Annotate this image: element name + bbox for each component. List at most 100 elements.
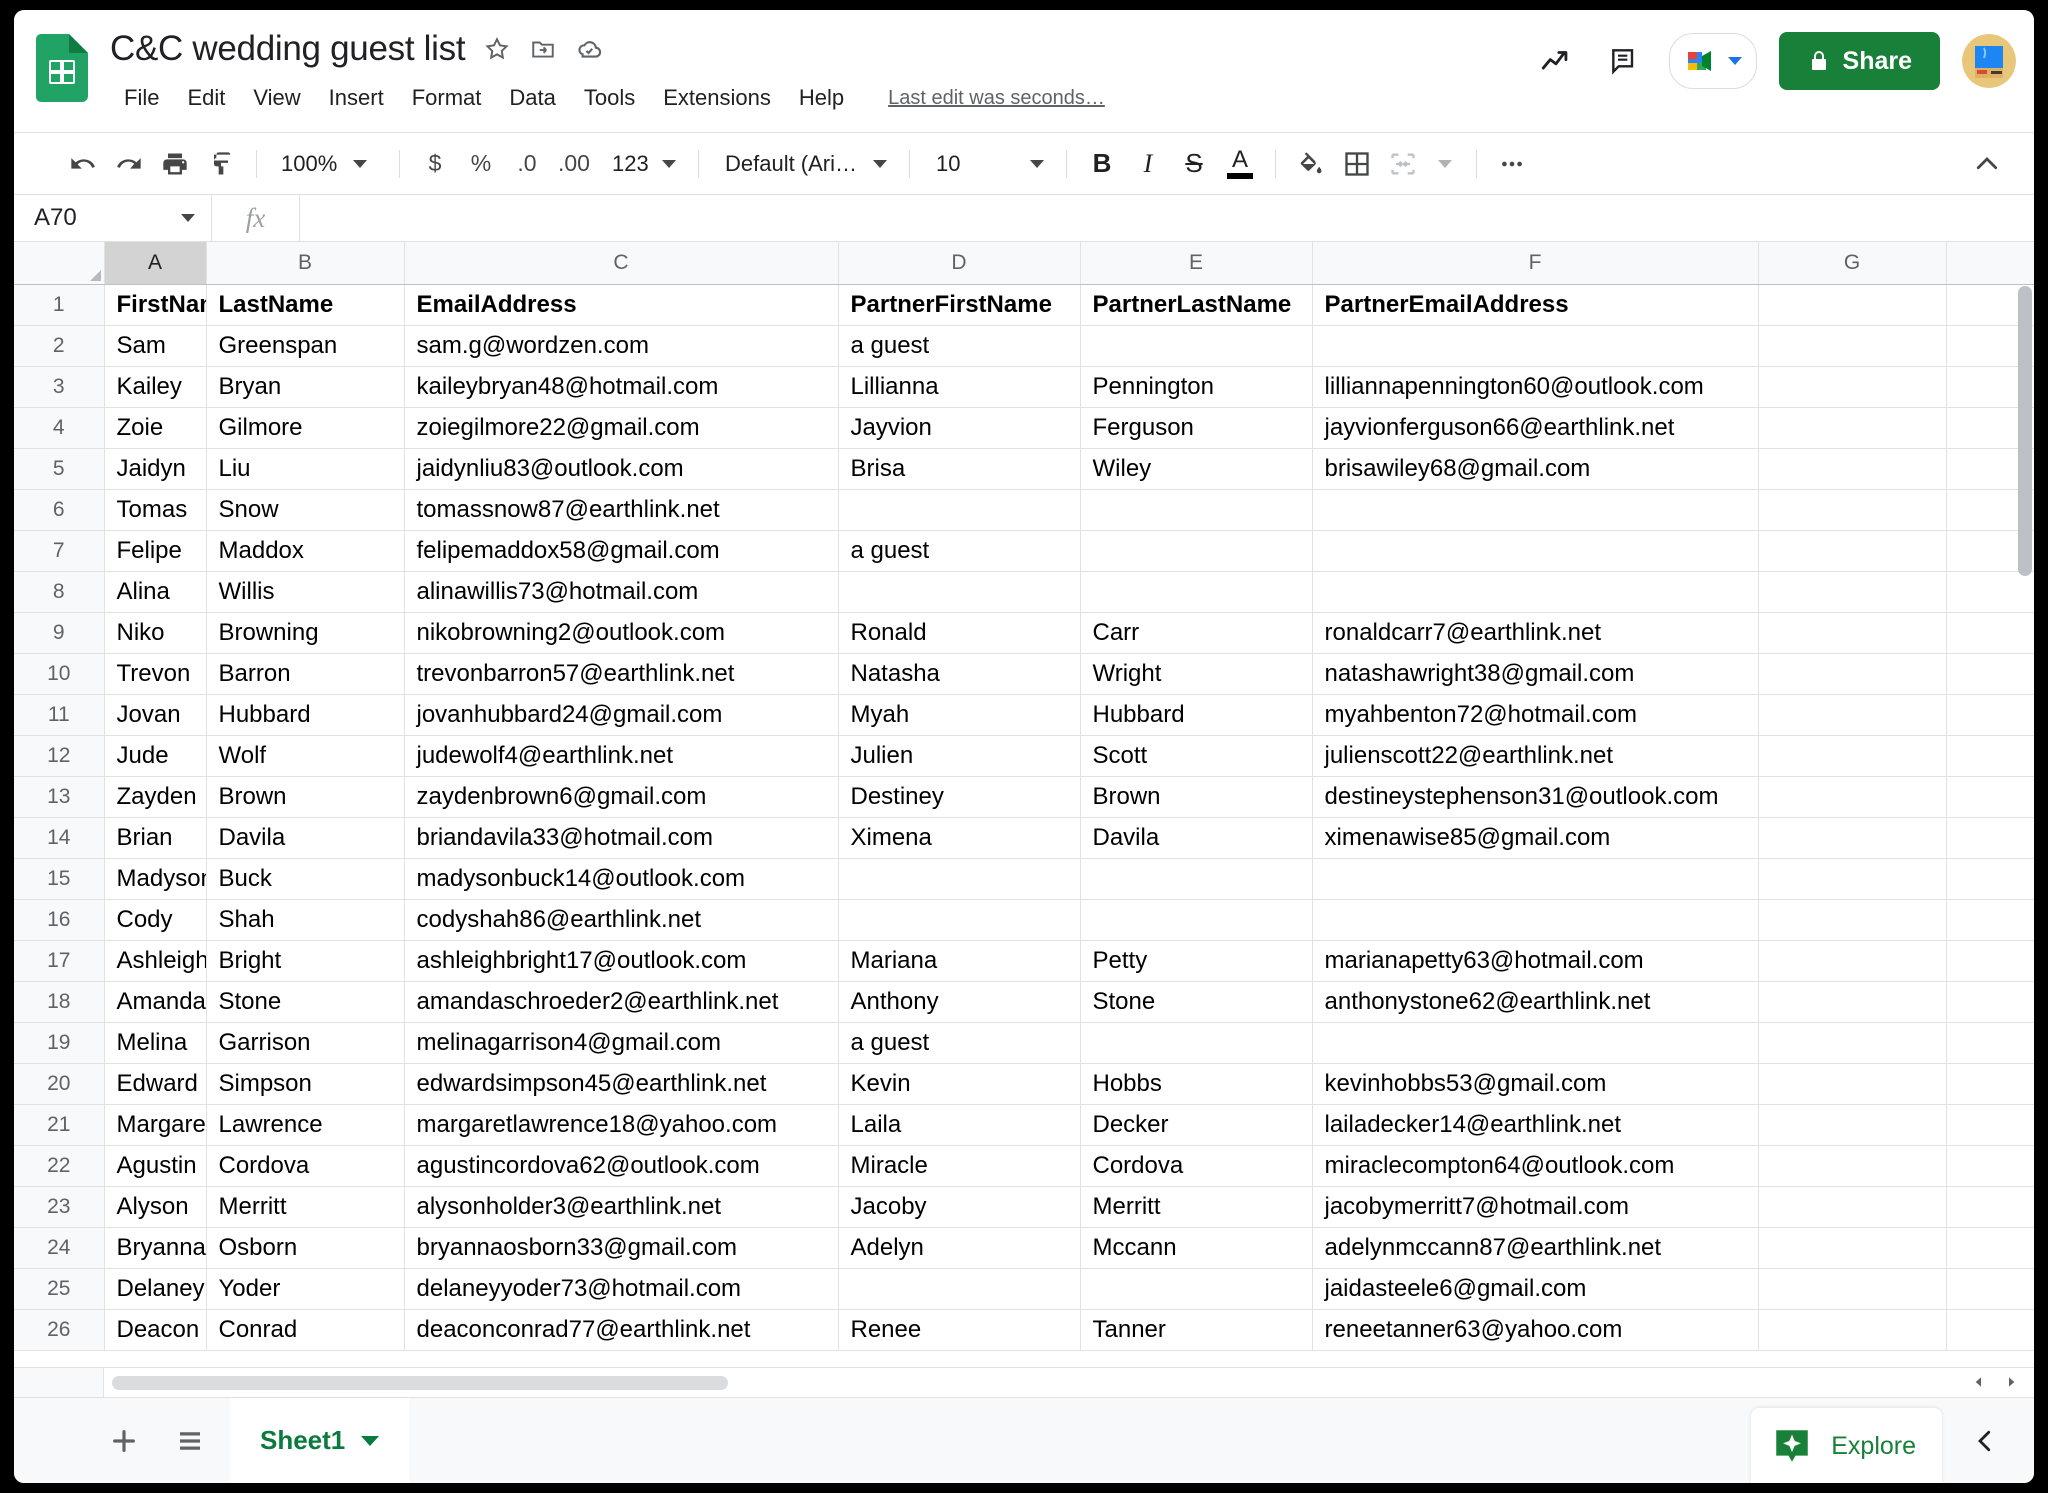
cell-F14[interactable]: ximenawise85@gmail.com (1312, 817, 1758, 858)
cell-partial-20[interactable] (1946, 1063, 2034, 1104)
cell-D5[interactable]: Brisa (838, 448, 1080, 489)
cell-F19[interactable] (1312, 1022, 1758, 1063)
cell-F1[interactable]: PartnerEmailAddress (1312, 284, 1758, 325)
cell-F7[interactable] (1312, 530, 1758, 571)
borders-icon[interactable] (1334, 141, 1380, 187)
cell-D23[interactable]: Jacoby (838, 1186, 1080, 1227)
cell-A25[interactable]: Delaney (104, 1268, 206, 1309)
cell-D21[interactable]: Laila (838, 1104, 1080, 1145)
cell-partial-16[interactable] (1946, 899, 2034, 940)
cell-C13[interactable]: zaydenbrown6@gmail.com (404, 776, 838, 817)
cell-A4[interactable]: Zoie (104, 407, 206, 448)
cell-F20[interactable]: kevinhobbs53@gmail.com (1312, 1063, 1758, 1104)
cell-B22[interactable]: Cordova (206, 1145, 404, 1186)
cell-A24[interactable]: Bryanna (104, 1227, 206, 1268)
cell-G21[interactable] (1758, 1104, 1946, 1145)
cell-partial-13[interactable] (1946, 776, 2034, 817)
cell-partial-17[interactable] (1946, 940, 2034, 981)
more-options-icon[interactable] (1489, 141, 1535, 187)
cell-G20[interactable] (1758, 1063, 1946, 1104)
row-header-7[interactable]: 7 (14, 530, 104, 571)
cell-partial-26[interactable] (1946, 1309, 2034, 1350)
cell-E25[interactable] (1080, 1268, 1312, 1309)
cell-B3[interactable]: Bryan (206, 366, 404, 407)
cell-D2[interactable]: a guest (838, 325, 1080, 366)
cell-D22[interactable]: Miracle (838, 1145, 1080, 1186)
menu-file[interactable]: File (110, 81, 173, 115)
cell-D26[interactable]: Renee (838, 1309, 1080, 1350)
cell-B10[interactable]: Barron (206, 653, 404, 694)
cell-C19[interactable]: melinagarrison4@gmail.com (404, 1022, 838, 1063)
all-sheets-icon[interactable] (164, 1415, 216, 1467)
cell-G7[interactable] (1758, 530, 1946, 571)
cell-A12[interactable]: Jude (104, 735, 206, 776)
cell-C21[interactable]: margaretlawrence18@yahoo.com (404, 1104, 838, 1145)
menu-view[interactable]: View (239, 81, 314, 115)
cell-F10[interactable]: natashawright38@gmail.com (1312, 653, 1758, 694)
cell-D8[interactable] (838, 571, 1080, 612)
cell-B5[interactable]: Liu (206, 448, 404, 489)
add-sheet-icon[interactable] (98, 1415, 150, 1467)
cell-partial-18[interactable] (1946, 981, 2034, 1022)
cell-D7[interactable]: a guest (838, 530, 1080, 571)
column-header-g[interactable]: G (1758, 242, 1946, 284)
row-header-10[interactable]: 10 (14, 653, 104, 694)
cell-E16[interactable] (1080, 899, 1312, 940)
sheet-tab-sheet1[interactable]: Sheet1 (230, 1398, 409, 1484)
cell-A11[interactable]: Jovan (104, 694, 206, 735)
cell-F3[interactable]: lilliannapennington60@outlook.com (1312, 366, 1758, 407)
cell-A14[interactable]: Brian (104, 817, 206, 858)
column-header-c[interactable]: C (404, 242, 838, 284)
row-header-20[interactable]: 20 (14, 1063, 104, 1104)
column-header-f[interactable]: F (1312, 242, 1758, 284)
column-header-d[interactable]: D (838, 242, 1080, 284)
row-header-26[interactable]: 26 (14, 1309, 104, 1350)
cell-E24[interactable]: Mccann (1080, 1227, 1312, 1268)
cell-B18[interactable]: Stone (206, 981, 404, 1022)
menu-edit[interactable]: Edit (173, 81, 239, 115)
cell-G8[interactable] (1758, 571, 1946, 612)
cell-A16[interactable]: Cody (104, 899, 206, 940)
cloud-saved-icon[interactable] (575, 35, 603, 63)
cell-G22[interactable] (1758, 1145, 1946, 1186)
row-header-5[interactable]: 5 (14, 448, 104, 489)
cell-D11[interactable]: Myah (838, 694, 1080, 735)
formula-input[interactable] (300, 195, 2034, 241)
cell-D9[interactable]: Ronald (838, 612, 1080, 653)
cell-B21[interactable]: Lawrence (206, 1104, 404, 1145)
cell-A13[interactable]: Zayden (104, 776, 206, 817)
cell-D25[interactable] (838, 1268, 1080, 1309)
avatar[interactable] (1962, 34, 2016, 88)
currency-format-button[interactable]: $ (412, 141, 458, 187)
italic-button[interactable]: I (1125, 141, 1171, 187)
cell-D24[interactable]: Adelyn (838, 1227, 1080, 1268)
row-header-11[interactable]: 11 (14, 694, 104, 735)
cell-C9[interactable]: nikobrowning2@outlook.com (404, 612, 838, 653)
cell-C8[interactable]: alinawillis73@hotmail.com (404, 571, 838, 612)
cell-A2[interactable]: Sam (104, 325, 206, 366)
row-header-1[interactable]: 1 (14, 284, 104, 325)
cell-C16[interactable]: codyshah86@earthlink.net (404, 899, 838, 940)
cell-F11[interactable]: myahbenton72@hotmail.com (1312, 694, 1758, 735)
cell-F17[interactable]: marianapetty63@hotmail.com (1312, 940, 1758, 981)
cell-A18[interactable]: Amanda (104, 981, 206, 1022)
menu-help[interactable]: Help (785, 81, 858, 115)
name-box[interactable]: A70 (14, 195, 212, 241)
cell-G19[interactable] (1758, 1022, 1946, 1063)
cell-D10[interactable]: Natasha (838, 653, 1080, 694)
cell-F16[interactable] (1312, 899, 1758, 940)
cell-F4[interactable]: jayvionferguson66@earthlink.net (1312, 407, 1758, 448)
cell-G3[interactable] (1758, 366, 1946, 407)
cell-C10[interactable]: trevonbarron57@earthlink.net (404, 653, 838, 694)
cell-D3[interactable]: Lillianna (838, 366, 1080, 407)
chevron-down-icon[interactable] (361, 1436, 379, 1446)
cell-A21[interactable]: Margaret (104, 1104, 206, 1145)
cell-E8[interactable] (1080, 571, 1312, 612)
increase-decimal-button[interactable]: .00 (550, 141, 598, 187)
cell-B26[interactable]: Conrad (206, 1309, 404, 1350)
cell-E22[interactable]: Cordova (1080, 1145, 1312, 1186)
cell-B11[interactable]: Hubbard (206, 694, 404, 735)
cell-A17[interactable]: Ashleigh (104, 940, 206, 981)
row-header-6[interactable]: 6 (14, 489, 104, 530)
vertical-scrollbar[interactable] (2018, 286, 2032, 576)
